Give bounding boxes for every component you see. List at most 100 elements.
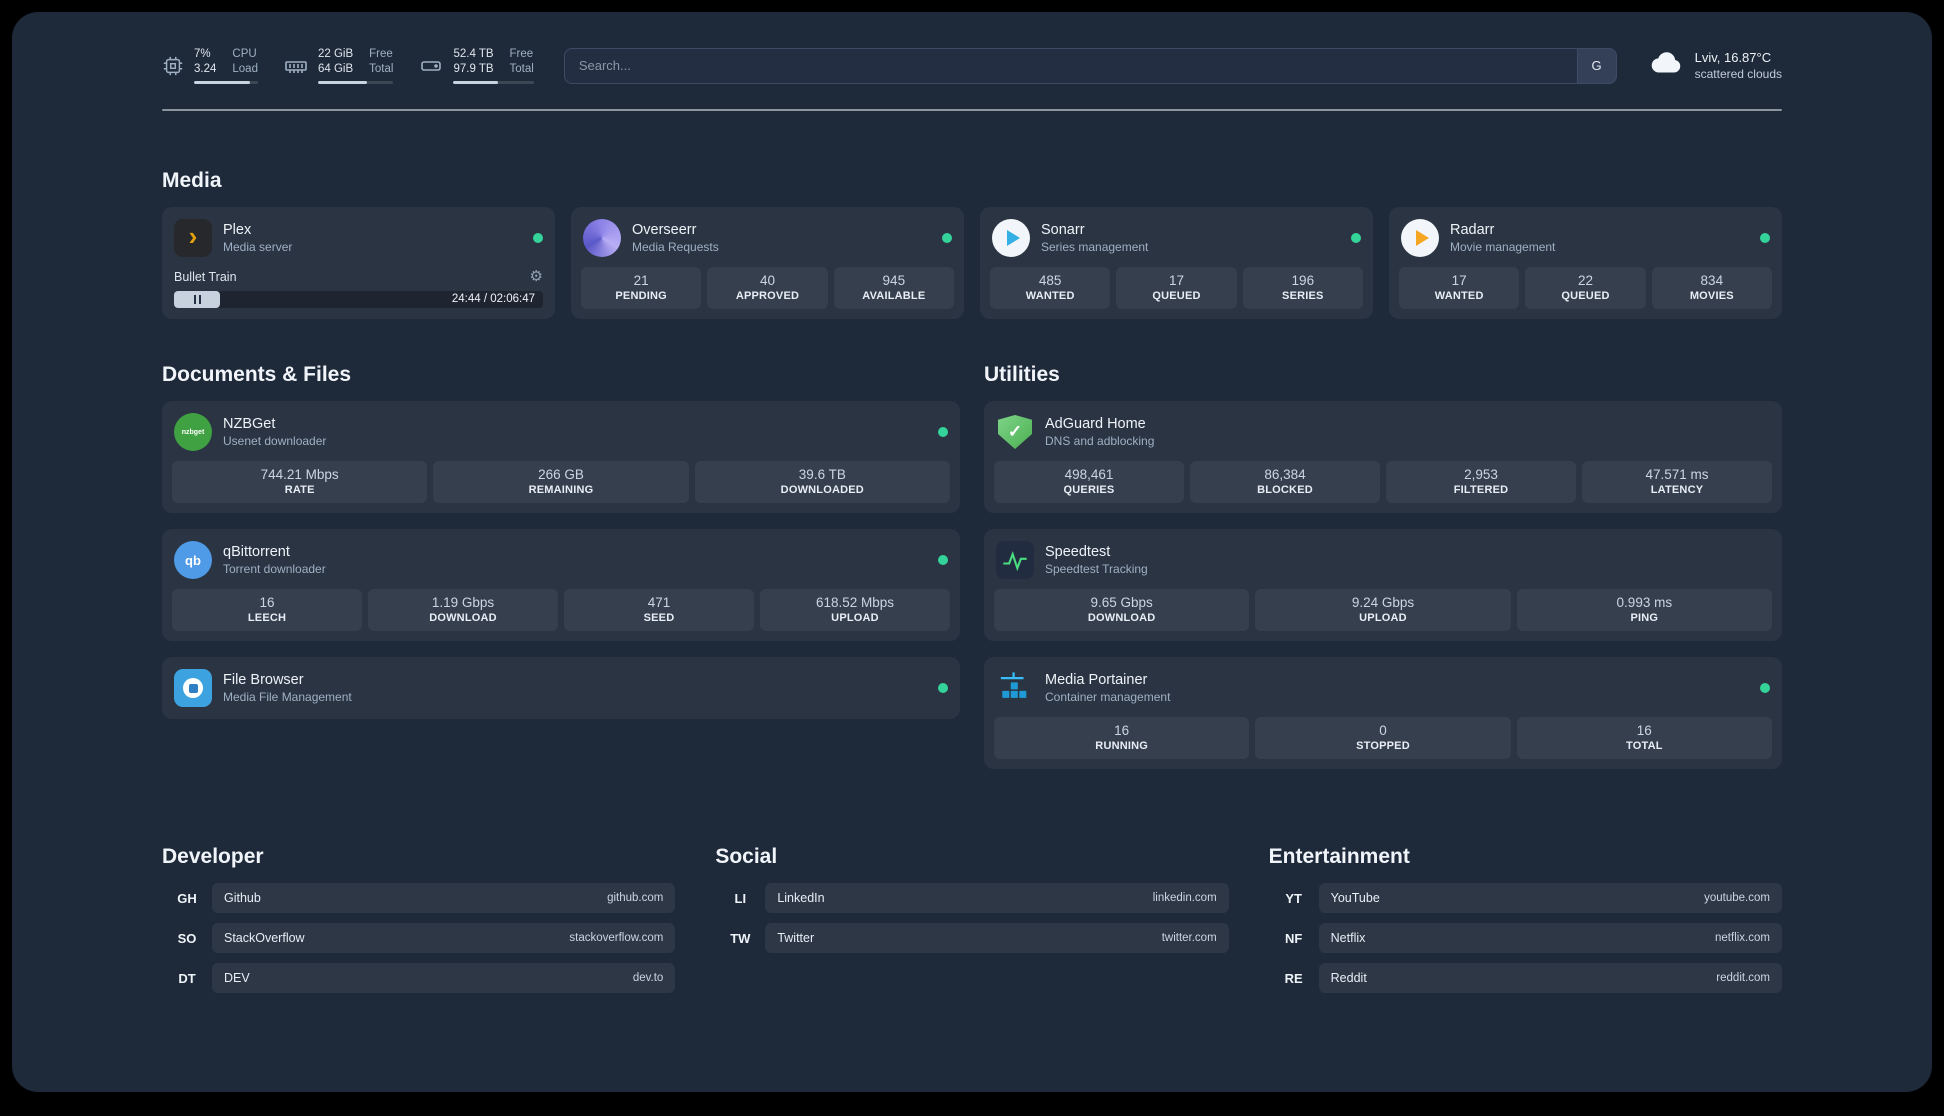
disk-progress-fill — [453, 80, 498, 84]
gear-icon[interactable]: ⚙ — [530, 269, 543, 284]
search-provider-button[interactable]: G — [1576, 47, 1617, 84]
pause-icon — [193, 295, 201, 304]
stat-label: WANTED — [1025, 290, 1075, 302]
bookmark-youtube[interactable]: YT YouTube youtube.com — [1269, 883, 1782, 913]
status-dot — [938, 555, 948, 565]
bookmark-group-title: Social — [715, 845, 778, 868]
header-divider — [162, 109, 1782, 111]
service-card-nzbget[interactable]: nzbget NZBGet Usenet downloader 744.21 M… — [162, 401, 960, 513]
stat-tile: 618.52 Mbps UPLOAD — [760, 589, 950, 631]
status-dot — [1760, 233, 1770, 243]
bookmark-name: DEV — [224, 971, 250, 985]
stat-label: WANTED — [1434, 290, 1484, 302]
bookmark-domain: youtube.com — [1704, 892, 1770, 904]
stat-tile: 834 MOVIES — [1651, 267, 1772, 309]
stat-label: PENDING — [615, 290, 667, 302]
bookmark-abbr: RE — [1284, 970, 1303, 986]
bookmark-name: Twitter — [777, 931, 815, 945]
service-card-radarr[interactable]: Radarr Movie management 17 WANTED 22 QUE… — [1389, 207, 1782, 319]
service-card-speedtest[interactable]: Speedtest Speedtest Tracking 9.65 Gbps D… — [984, 529, 1782, 641]
service-desc: Media server — [223, 240, 293, 254]
stat-tile: 945 AVAILABLE — [833, 267, 954, 309]
stat-label: LEECH — [247, 612, 287, 624]
stat-label: RUNNING — [1095, 740, 1149, 752]
bookmark-abbr: LI — [734, 890, 747, 906]
bookmark-group-social: Social LI LinkedIn linkedin.com TW Twitt… — [715, 845, 1229, 1003]
service-desc: Usenet downloader — [223, 434, 327, 448]
service-card-portainer[interactable]: Media Portainer Container management 16 … — [984, 657, 1782, 769]
stat-label: DOWNLOADED — [780, 484, 864, 496]
service-card-adguard[interactable]: ✓ AdGuard Home DNS and adblocking 498,46… — [984, 401, 1782, 513]
section-utilities: Utilities ✓ AdGuard Home DNS and adblock… — [984, 363, 1782, 785]
qbittorrent-icon: qb — [174, 541, 212, 579]
stat-tile: 1.19 Gbps DOWNLOAD — [368, 589, 558, 631]
resource-widgets: 7% 3.24 CPU Load 22 GiB 64 GiB Free Tota… — [162, 47, 534, 84]
stat-label: DOWNLOAD — [1087, 612, 1156, 624]
search-input[interactable] — [563, 47, 1577, 84]
bookmark-domain: reddit.com — [1716, 972, 1770, 984]
search-bar: G — [563, 47, 1617, 84]
stat-label: TOTAL — [1625, 740, 1663, 752]
now-playing-title: Bullet Train — [174, 269, 237, 284]
service-card-plex[interactable]: › Plex Media server Bullet Train ⚙ 24:44… — [162, 207, 555, 319]
bookmark-group-title: Entertainment — [1268, 845, 1410, 868]
stat-value: 21 — [633, 273, 649, 288]
service-card-qbittorrent[interactable]: qb qBittorrent Torrent downloader 16 LEE… — [162, 529, 960, 641]
stat-tile: 22 QUEUED — [1525, 267, 1646, 309]
service-name: Overseerr — [632, 222, 697, 238]
disk-total-value: 97.9 TB — [453, 63, 494, 75]
bookmark-linkedin[interactable]: LI LinkedIn linkedin.com — [715, 883, 1229, 913]
dashboard: 7% 3.24 CPU Load 22 GiB 64 GiB Free Tota… — [12, 12, 1932, 1092]
stat-label: RATE — [284, 484, 315, 496]
service-card-filebrowser[interactable]: File Browser Media File Management — [162, 657, 960, 719]
bookmark-stackoverflow[interactable]: SO StackOverflow stackoverflow.com — [162, 923, 676, 953]
service-desc: Speedtest Tracking — [1045, 562, 1148, 576]
stat-tile: 0.993 ms PING — [1516, 589, 1772, 631]
cpu-load-label: Load — [232, 63, 258, 75]
stat-tile: 47.571 ms LATENCY — [1582, 461, 1772, 503]
stat-label: FILTERED — [1453, 484, 1509, 496]
stat-label: LATENCY — [1650, 484, 1704, 496]
service-card-overseerr[interactable]: Overseerr Media Requests 21 PENDING 40 A… — [571, 207, 964, 319]
playback-time: 24:44 / 02:06:47 — [451, 293, 535, 305]
service-desc: Series management — [1041, 240, 1149, 254]
stat-tile: 2,953 FILTERED — [1386, 461, 1576, 503]
stat-value: 16 — [1114, 723, 1130, 738]
disk-free-label: Free — [509, 48, 534, 61]
stat-value: 498,461 — [1064, 467, 1114, 482]
stat-label: QUEUED — [1561, 290, 1610, 302]
service-name: File Browser — [223, 672, 304, 688]
cpu-usage-percent: 7% — [194, 48, 211, 61]
stat-value: 1.19 Gbps — [431, 595, 495, 610]
filebrowser-icon — [174, 669, 212, 707]
cpu-load-value: 3.24 — [194, 63, 217, 75]
stat-tile: 86,384 BLOCKED — [1190, 461, 1380, 503]
stat-value: 22 — [1577, 273, 1593, 288]
plex-now-playing: Bullet Train ⚙ 24:44 / 02:06:47 — [172, 269, 545, 308]
bookmark-dev[interactable]: DT DEV dev.to — [162, 963, 676, 993]
bookmark-domain: dev.to — [632, 972, 664, 984]
cloud-icon — [1647, 44, 1685, 87]
stat-label: APPROVED — [735, 290, 800, 302]
playback-progress-bar: 24:44 / 02:06:47 — [174, 291, 543, 308]
service-card-sonarr[interactable]: Sonarr Series management 485 WANTED 17 Q… — [980, 207, 1373, 319]
stat-value: 17 — [1168, 273, 1184, 288]
cpu-icon — [162, 55, 184, 77]
service-name: Speedtest — [1045, 544, 1111, 560]
stat-value: 39.6 TB — [798, 467, 846, 482]
stat-label: STOPPED — [1356, 740, 1410, 752]
stat-value: 834 — [1700, 273, 1724, 288]
stat-tile: 0 STOPPED — [1255, 717, 1511, 759]
bookmark-name: Github — [224, 891, 261, 905]
bookmark-reddit[interactable]: RE Reddit reddit.com — [1269, 963, 1782, 993]
bookmark-netflix[interactable]: NF Netflix netflix.com — [1269, 923, 1782, 953]
service-desc: DNS and adblocking — [1045, 434, 1155, 448]
bookmark-abbr: GH — [177, 890, 197, 906]
stat-label: UPLOAD — [1359, 612, 1407, 624]
service-name: AdGuard Home — [1045, 416, 1146, 432]
bookmark-twitter[interactable]: TW Twitter twitter.com — [715, 923, 1229, 953]
cpu-label: CPU — [232, 48, 257, 61]
stat-tile: 744.21 Mbps RATE — [172, 461, 428, 503]
stat-value: 40 — [759, 273, 775, 288]
bookmark-github[interactable]: GH Github github.com — [162, 883, 676, 913]
